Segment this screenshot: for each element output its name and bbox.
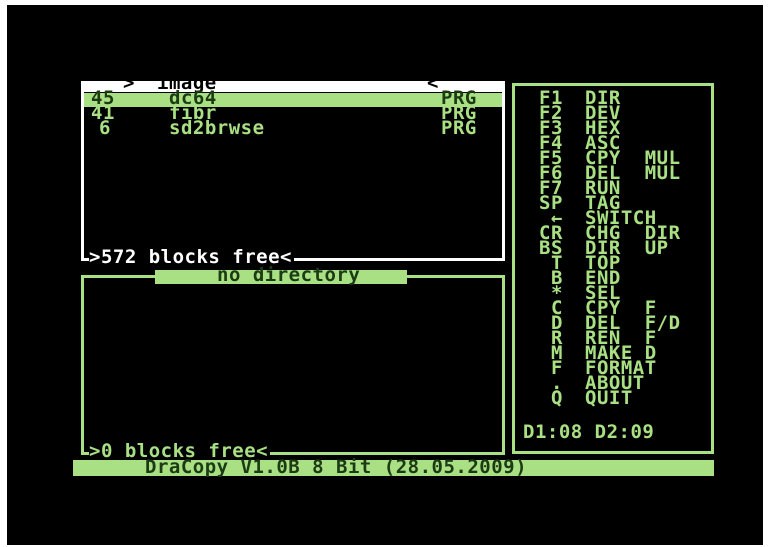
selected-file-highlight [84,93,502,107]
file-name: sd2brwse [169,117,265,139]
top-panel-right-arrow: < [427,72,439,94]
drive-numbers: D1:08 D2:09 [523,421,655,443]
file-type: PRG [441,117,477,139]
file-blocks: 6 [99,117,111,139]
command-key: Q [539,387,563,409]
top-panel-blocks-free: >572 blocks free< [89,246,294,268]
status-bar-text: DraCopy V1.0B 8 Bit (28.05.2009) [145,456,528,478]
top-panel-left-arrow: > [123,72,135,94]
command-label: QUIT [585,387,633,409]
bottom-panel-title: no directory [217,264,361,286]
bottom-panel-frame [81,275,505,455]
c64-screen: > image < 45 dc64 PRG 41 fibr PRG 6 sd2b… [7,5,763,545]
